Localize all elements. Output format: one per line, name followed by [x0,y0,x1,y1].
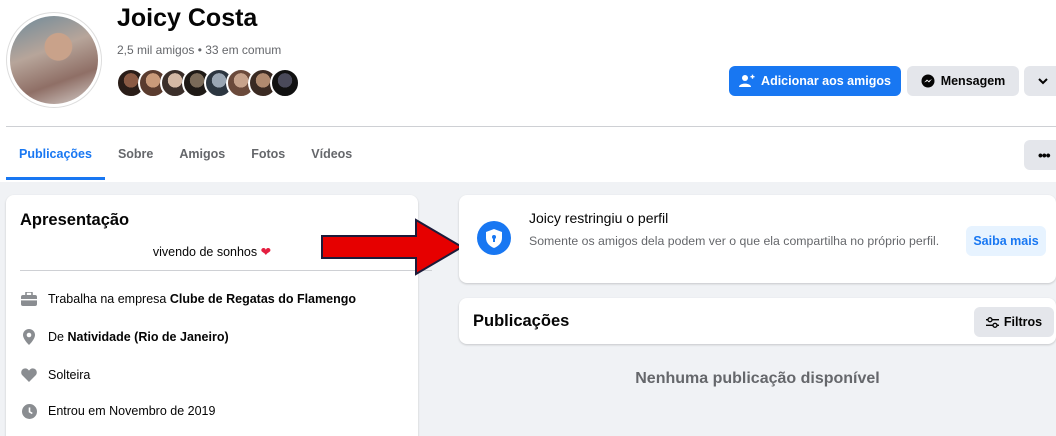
avatar-photo [10,16,98,104]
learn-more-button[interactable]: Saiba mais [966,226,1046,256]
work-place-link[interactable]: Clube de Regatas do Flamengo [170,292,356,306]
add-friend-icon [739,74,755,87]
work-prefix: Trabalha na empresa [48,292,167,306]
messenger-icon [921,74,935,88]
intro-title: Apresentação [20,211,130,229]
tabs-more-button[interactable]: ••• [1024,140,1056,170]
message-label: Mensagem [940,74,1006,88]
mutual-friend-avatar[interactable] [270,68,300,98]
tab-fotos[interactable]: Fotos [238,128,298,180]
tab-sobre[interactable]: Sobre [105,128,166,180]
profile-avatar[interactable] [6,12,102,108]
heart-emoji-icon: ❤ [260,245,272,259]
bio-label: vivendo de sonhos [152,245,258,259]
profile-tabs: Publicações Sobre Amigos Fotos Vídeos [6,128,365,180]
posts-title: Publicações [473,312,570,330]
message-button[interactable]: Mensagem [907,66,1019,96]
tab-videos[interactable]: Vídeos [298,128,365,180]
filter-icon [985,316,999,328]
profile-name[interactable]: Joicy Costa [117,4,257,33]
relationship-status: Solteira [48,368,91,382]
intro-relationship: Solteira [20,366,90,384]
friends-count[interactable]: 2,5 mil amigos • 33 em comum [117,43,281,57]
hometown-prefix: De [48,330,64,344]
filters-button[interactable]: Filtros [974,307,1054,337]
clock-icon [20,402,38,420]
mutual-friends-avatars [116,68,300,98]
location-pin-icon [20,328,38,346]
profile-header: Joicy Costa 2,5 mil amigos • 33 em comum… [0,0,1056,182]
filters-label: Filtros [1003,315,1043,329]
joined-date: Entrou em Novembro de 2019 [48,404,216,418]
tab-amigos[interactable]: Amigos [166,128,238,180]
intro-hometown: De Natividade (Rio de Janeiro) [20,328,229,346]
intro-work: Trabalha na empresa Clube de Regatas do … [20,290,356,308]
heart-icon [20,366,38,384]
restricted-description: Somente os amigos dela podem ver o que e… [529,234,940,248]
more-options-button[interactable] [1024,66,1056,96]
restricted-profile-card: Joicy restringiu o perfil Somente os ami… [459,195,1056,283]
restricted-title: Joicy restringiu o perfil [529,210,669,226]
intro-joined: Entrou em Novembro de 2019 [20,402,215,420]
tab-publicacoes[interactable]: Publicações [6,128,105,180]
posts-header-card: Publicações Filtros [459,298,1056,344]
no-posts-message: Nenhuma publicação disponível [635,370,880,387]
shield-badge [477,221,511,255]
add-friend-label: Adicionar aos amigos [761,74,891,88]
header-divider [6,126,1056,127]
hometown-link[interactable]: Natividade (Rio de Janeiro) [67,330,228,344]
shield-icon [486,228,502,248]
add-friend-button[interactable]: Adicionar aos amigos [729,66,901,96]
more-dots-icon: ••• [1038,147,1051,163]
red-arrow-annotation [321,218,464,276]
briefcase-icon [20,290,38,308]
chevron-down-icon [1038,77,1048,84]
